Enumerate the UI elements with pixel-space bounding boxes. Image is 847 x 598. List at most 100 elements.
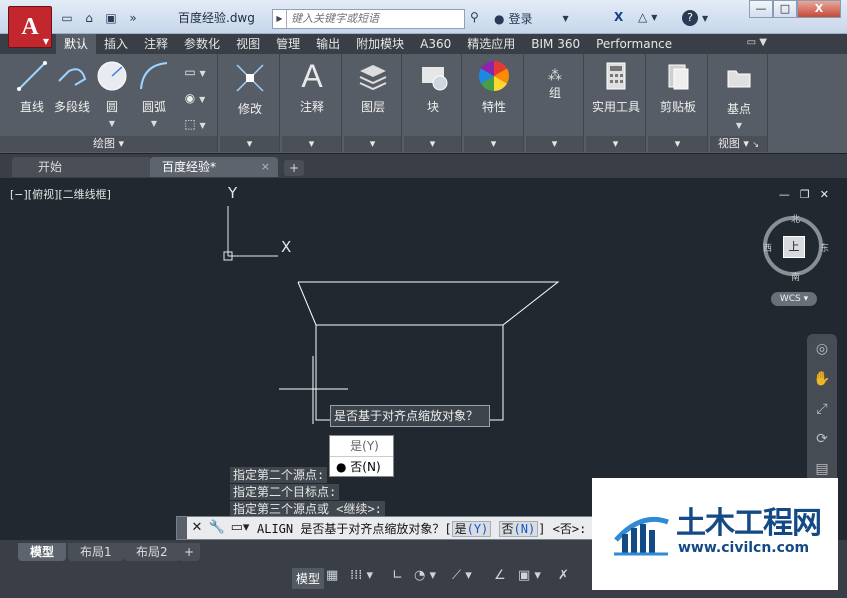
otrack-icon[interactable]: ▣ ▾ [518,568,541,583]
model-space-button[interactable]: 模型 [292,568,325,589]
zoom-extents-icon[interactable]: ⤢ [807,394,837,424]
tab-parametric[interactable]: 参数化 [176,34,228,54]
new-tab-button[interactable]: + [284,160,304,176]
snap-icon[interactable]: ⁞⁞⁞ ▾ [350,568,373,583]
more-icon[interactable]: » [124,10,142,26]
tab-layout1[interactable]: 布局1 [68,543,124,561]
view-panel-footer[interactable]: 视图 ▾ ↘ [710,136,767,152]
open-file-icon[interactable]: ⌂ [80,10,98,26]
exchange-icon[interactable]: X [614,10,623,24]
draw-panel-footer[interactable]: 绘图 ▾ [0,136,217,152]
base-tool[interactable]: 基点 ▼ [710,60,768,131]
line-tool[interactable]: 直线 [12,58,52,115]
line-icon [14,58,50,94]
binoculars-icon[interactable]: ⚲ [470,10,479,24]
tab-performance[interactable]: Performance [588,34,680,54]
tab-home[interactable]: 默认 [56,34,97,54]
option-yes[interactable]: 是(Y) [330,436,393,456]
block-tool[interactable]: 块 [404,58,462,115]
dynucs-icon[interactable]: ∠ [494,568,506,583]
close-tab-icon[interactable]: × [261,157,270,177]
osnap-icon[interactable]: ⟋ ▾ [452,568,472,583]
polar-icon[interactable]: ◔ ▾ [414,568,436,583]
properties-tool[interactable]: 特性 [464,58,524,115]
boundary-icon[interactable]: ⬚ ▼ [178,112,212,138]
viewcube[interactable]: 上 [763,216,823,276]
utilities-panel-dropdown[interactable]: ▾ [586,136,645,152]
viewport-restore-icon[interactable]: ❐ [800,188,810,201]
tab-bim360[interactable]: BIM 360 [523,34,588,54]
utilities-tool[interactable]: 实用工具 [586,58,646,115]
modify-tool[interactable]: 修改 [220,60,280,117]
expand-icon[interactable]: ▶ [273,10,287,28]
watermark-url: www.civilcn.com [678,540,810,556]
tab-view[interactable]: 视图 [228,34,268,54]
command-option-yes[interactable]: 是(Y) [451,520,492,537]
compass-north[interactable]: 北 [791,212,800,225]
viewcube-top-face[interactable]: 上 [783,236,805,258]
new-file-icon[interactable]: ▭ [58,10,76,26]
a360-icon[interactable]: △ ▼ [638,10,657,24]
clipboard-panel-dropdown[interactable]: ▾ [648,136,707,152]
civilcn-logo-icon [614,516,669,556]
tab-manage[interactable]: 管理 [268,34,308,54]
help-button[interactable]: ? ▼ [682,10,708,26]
group-panel-dropdown[interactable]: ▾ [526,136,583,152]
close-icon[interactable]: ✕ [187,517,207,539]
wcs-menu[interactable]: WCS ▾ [771,292,817,306]
command-option-no[interactable]: 否(N) [498,520,539,537]
block-panel-dropdown[interactable]: ▾ [404,136,461,152]
tab-insert[interactable]: 插入 [96,34,136,54]
trapezoid-shape[interactable] [297,281,560,326]
annotate-tool[interactable]: A 注释 [282,58,342,115]
login-button[interactable]: ● 登录 ▼ [494,10,569,27]
compass-east[interactable]: 东 [820,241,829,254]
arc-tool[interactable]: 圆弧 ▼ [134,58,174,129]
recent-commands-icon[interactable]: ▭▾ [227,517,253,539]
tab-start[interactable]: 开始 [12,157,152,177]
pan-icon[interactable]: ✋ [807,364,837,394]
save-icon[interactable]: ▣ [102,10,120,26]
ortho-icon[interactable]: ∟ [392,568,403,583]
properties-panel-dropdown[interactable]: ▾ [464,136,523,152]
circle-tool[interactable]: 圆 ▼ [92,58,132,129]
tab-layout2[interactable]: 布局2 [124,543,180,561]
orbit-icon[interactable]: ⟳ [807,424,837,454]
add-layout-button[interactable]: + [178,543,201,561]
ribbon-options-icon[interactable]: ▭ ▼ [747,37,767,48]
tab-addins[interactable]: 附加模块 [348,34,412,54]
tab-current-drawing[interactable]: 百度经验* × [150,157,278,177]
modify-panel-dropdown[interactable]: ▾ [220,136,279,152]
application-menu-button[interactable]: A ▼ [8,6,52,48]
compass-south[interactable]: 南 [791,270,800,283]
tab-model[interactable]: 模型 [18,543,67,561]
compass-west[interactable]: 西 [763,241,772,254]
annotation-scale-icon[interactable]: ✗ [558,568,569,583]
maximize-button[interactable]: □ [773,0,797,18]
hatch-icon[interactable]: ◉ ▼ [178,86,212,112]
command-line-grip[interactable] [177,517,187,539]
tab-featured-apps[interactable]: 精选应用 [459,34,523,54]
layers-tool[interactable]: 图层 [344,58,402,115]
viewport-close-icon[interactable]: ✕ [820,188,829,201]
rectangle-icon[interactable]: ▭ ▼ [178,60,212,86]
history-line: 指定第三个源点或 <继续>: [230,501,385,517]
tab-a360[interactable]: A360 [412,34,459,54]
draw-small-tools: ▭ ▼ ◉ ▼ ⬚ ▼ [178,60,212,138]
polyline-tool[interactable]: 多段线 [52,58,92,115]
close-window-button[interactable]: X [797,0,841,18]
wrench-icon[interactable]: 🔧 [207,517,227,539]
layers-panel-dropdown[interactable]: ▾ [344,136,401,152]
grid-icon[interactable]: ▦ [326,568,338,583]
steering-wheel-icon[interactable]: ◎ [807,334,837,364]
annotate-panel-dropdown[interactable]: ▾ [282,136,341,152]
group-tool[interactable]: ⁂ 组 [526,58,584,101]
search-box[interactable]: ▶ [272,9,465,29]
search-input[interactable] [287,13,457,25]
tab-output[interactable]: 输出 [308,34,348,54]
minimize-button[interactable]: — [749,0,773,18]
viewport-minimize-icon[interactable]: — [779,188,790,201]
tab-annotate[interactable]: 注释 [136,34,176,54]
clipboard-tool[interactable]: 剪贴板 [648,58,708,115]
command-line[interactable]: ✕ 🔧 ▭▾ ALIGN 是否基于对齐点缩放对象？[是(Y) 否(N)] <否>… [176,516,616,540]
